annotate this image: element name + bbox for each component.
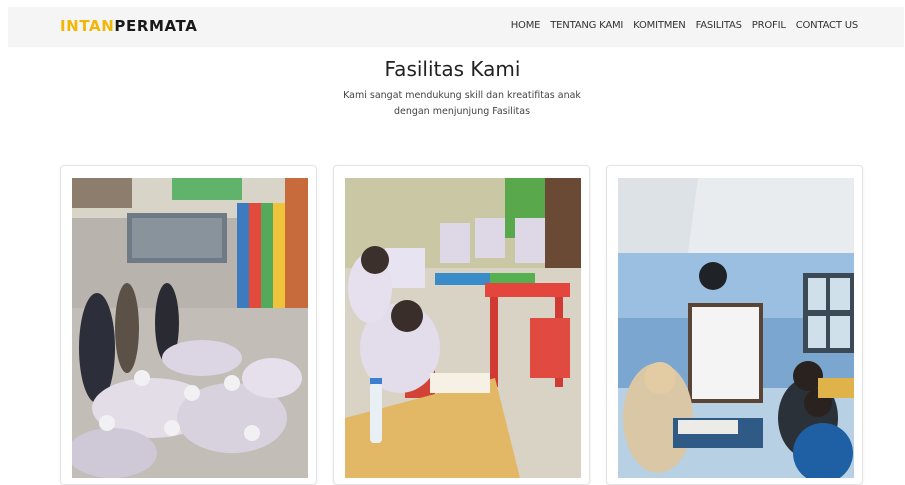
brand-logo[interactable]: INTANPERMATA bbox=[60, 17, 197, 35]
brand-part-1: INTAN bbox=[60, 17, 115, 35]
nav-item-home[interactable]: HOME bbox=[511, 20, 541, 31]
facility-photo-outdoor bbox=[72, 178, 308, 478]
facility-photo-classroom bbox=[345, 178, 581, 478]
nav-item-komitmen[interactable]: KOMITMEN bbox=[633, 20, 686, 31]
nav-item-contact-us[interactable]: CONTACT US bbox=[796, 20, 858, 31]
nav-item-tentang-kami[interactable]: TENTANG KAMI bbox=[550, 20, 623, 31]
subtitle-line-1: Kami sangat mendukung skill dan kreatifi… bbox=[343, 90, 581, 101]
section-subtitle: Kami sangat mendukung skill dan kreatifi… bbox=[322, 88, 602, 120]
facility-card-2[interactable] bbox=[333, 165, 590, 485]
navbar: INTANPERMATA HOME TENTANG KAMI KOMITMEN … bbox=[8, 7, 904, 47]
nav-item-fasilitas[interactable]: FASILITAS bbox=[696, 20, 742, 31]
brand-part-2: PERMATA bbox=[114, 17, 198, 35]
subtitle-line-2: dengan menjunjung Fasilitas bbox=[393, 106, 531, 117]
facility-photo-room bbox=[618, 178, 854, 478]
section-title: Fasilitas Kami bbox=[384, 57, 521, 81]
nav-item-profil[interactable]: PROFIL bbox=[752, 20, 786, 31]
facility-card-3[interactable] bbox=[606, 165, 863, 485]
facility-card-1[interactable] bbox=[60, 165, 317, 485]
nav-menu: HOME TENTANG KAMI KOMITMEN FASILITAS PRO… bbox=[511, 20, 858, 31]
